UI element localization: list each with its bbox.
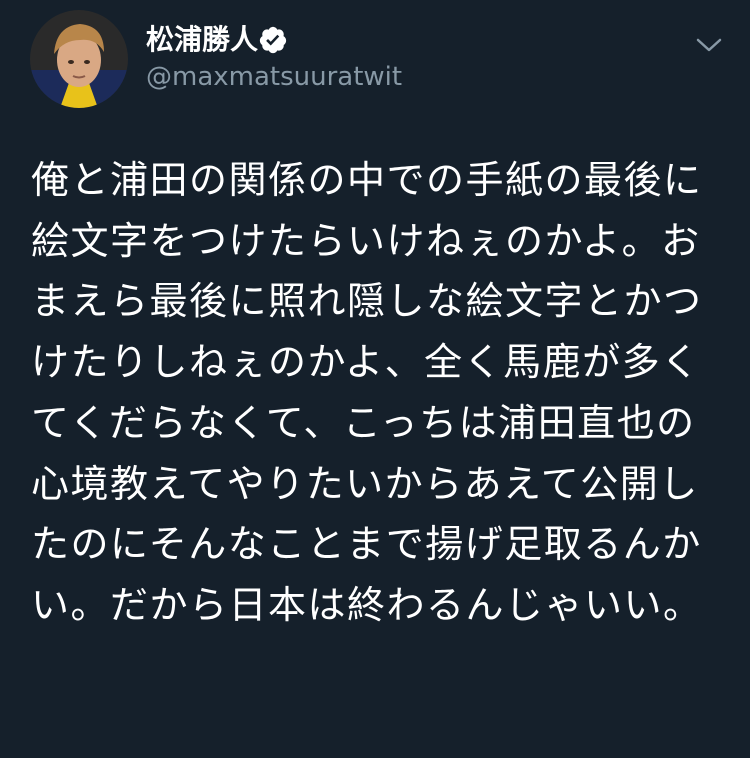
tweet-text: 俺と浦田の関係の中での手紙の最後に絵文字をつけたらいけねぇのかよ。おまえら最後に… [31,158,703,627]
avatar[interactable] [30,10,128,108]
chevron-down-icon[interactable] [694,34,724,56]
display-name[interactable]: 松浦勝人 [146,22,258,58]
tweet-card: 松浦勝人 @maxmatsuuratwit 俺と浦田の関係の中での手紙の最後に絵… [0,0,750,758]
handle[interactable]: @maxmatsuuratwit [146,60,402,94]
verified-badge-icon [259,26,287,54]
